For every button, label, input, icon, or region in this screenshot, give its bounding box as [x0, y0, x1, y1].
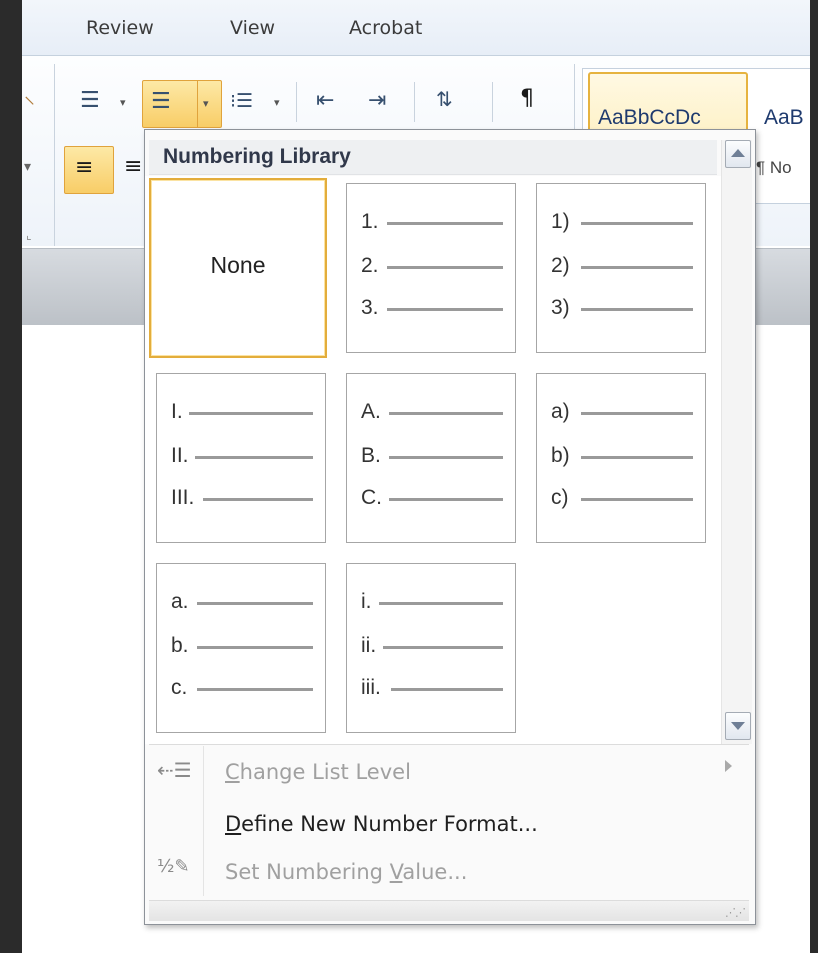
- numbering-tile-none-label: None: [210, 252, 266, 278]
- list-marker: c.: [171, 676, 188, 699]
- list-line: [197, 646, 313, 649]
- list-line: [387, 266, 503, 269]
- list-line: [387, 222, 503, 225]
- change-list-level-menu-item[interactable]: Change List Level: [225, 760, 411, 784]
- numbering-library-header: Numbering Library: [149, 140, 717, 175]
- numbering-icon: ☰: [151, 89, 171, 114]
- ribbon-separator: [492, 82, 493, 122]
- numbering-tile-upper-alpha[interactable]: A. B. C.: [346, 373, 516, 543]
- submenu-arrow-icon: [725, 760, 732, 772]
- list-line: [581, 222, 693, 225]
- list-line: [383, 646, 503, 649]
- word-window: Review View Acrobat ⸜ ▾ ⌞ ☰ ▾ ☰ ▾ ⁝☰ ▾ ⇤…: [22, 0, 810, 953]
- bullets-icon[interactable]: ☰: [80, 90, 100, 112]
- bullets-dropdown-arrow-icon[interactable]: ▾: [120, 96, 126, 109]
- numbering-split-divider: [197, 81, 198, 127]
- scroll-down-button[interactable]: [725, 712, 751, 740]
- list-line: [391, 688, 503, 691]
- list-line: [197, 602, 313, 605]
- list-marker: b.: [171, 634, 189, 657]
- numbering-tile-lower-roman[interactable]: i. ii. iii.: [346, 563, 516, 733]
- list-marker: 1.: [361, 210, 379, 233]
- list-line: [203, 498, 313, 501]
- tab-view[interactable]: View: [230, 17, 275, 39]
- list-line: [581, 498, 693, 501]
- increase-indent-icon[interactable]: ⇥: [368, 90, 386, 112]
- numbering-tile-decimal-period[interactable]: 1. 2. 3.: [346, 183, 516, 353]
- style-normal-label: ¶ No: [756, 158, 792, 177]
- list-line: [389, 498, 503, 501]
- list-line: [389, 456, 503, 459]
- list-marker: B.: [361, 444, 381, 467]
- resize-grip-icon[interactable]: ⋰⋰: [725, 906, 746, 919]
- numbering-dropdown: Numbering Library None 1. 2. 3. 1) 2) 3)…: [144, 129, 756, 925]
- tab-review[interactable]: Review: [86, 17, 154, 39]
- list-line: [195, 456, 313, 459]
- ribbon-separator: [296, 82, 297, 122]
- list-marker: 1): [551, 210, 570, 233]
- list-line: [189, 412, 313, 415]
- font-dialog-launcher-icon[interactable]: ⌞: [26, 224, 32, 246]
- numbering-tile-lower-alpha-paren[interactable]: a) b) c): [536, 373, 706, 543]
- numbering-button[interactable]: ☰ ▾: [142, 80, 222, 128]
- style-normal-preview: AaBbCcDc: [598, 106, 701, 129]
- list-line: [387, 308, 503, 311]
- numbering-dropdown-arrow-icon[interactable]: ▾: [203, 97, 209, 110]
- list-marker: I.: [171, 400, 183, 423]
- align-center-icon[interactable]: ≡: [124, 156, 142, 178]
- list-marker: 2): [551, 254, 570, 277]
- list-marker: III.: [171, 486, 195, 509]
- scroll-up-icon: [731, 149, 745, 157]
- scroll-down-icon: [731, 722, 745, 730]
- list-marker: ii.: [361, 634, 377, 657]
- scroll-up-button[interactable]: [725, 140, 751, 168]
- list-marker: 3.: [361, 296, 379, 319]
- list-line: [581, 266, 693, 269]
- multilevel-list-icon[interactable]: ⁝☰: [230, 90, 253, 112]
- list-line: [581, 456, 693, 459]
- numbering-tile-none[interactable]: None: [149, 178, 327, 358]
- list-line: [581, 308, 693, 311]
- numbering-library-title: Numbering Library: [163, 145, 351, 168]
- ribbon-tab-bar: Review View Acrobat: [22, 0, 810, 56]
- list-marker: i.: [361, 590, 372, 613]
- menu-icon-column-divider: [203, 746, 204, 896]
- menu-separator: [149, 744, 749, 745]
- multilevel-dropdown-arrow-icon[interactable]: ▾: [274, 96, 280, 109]
- format-painter-icon[interactable]: ⸜: [24, 86, 35, 108]
- list-marker: II.: [171, 444, 189, 467]
- ribbon-separator: [414, 82, 415, 122]
- sort-icon[interactable]: ⇅: [436, 88, 453, 110]
- list-line: [379, 602, 503, 605]
- list-marker: 3): [551, 296, 570, 319]
- list-marker: a.: [171, 590, 189, 613]
- numbering-tile-decimal-paren[interactable]: 1) 2) 3): [536, 183, 706, 353]
- dropdown-resize-footer: ⋰⋰: [149, 900, 749, 921]
- list-line: [581, 412, 693, 415]
- gallery-scrollbar[interactable]: [721, 140, 752, 744]
- list-marker: A.: [361, 400, 381, 423]
- list-marker: C.: [361, 486, 382, 509]
- list-marker: 2.: [361, 254, 379, 277]
- ribbon-group-separator: [54, 64, 55, 246]
- align-left-icon: ≡: [75, 155, 94, 180]
- list-line: [197, 688, 313, 691]
- numbering-tile-upper-roman[interactable]: I. II. III.: [156, 373, 326, 543]
- numbering-tile-lower-alpha-period[interactable]: a. b. c.: [156, 563, 326, 733]
- list-marker: c): [551, 486, 569, 509]
- tab-acrobat[interactable]: Acrobat: [349, 17, 422, 39]
- decrease-indent-icon[interactable]: ⇤: [316, 90, 334, 112]
- list-marker: a): [551, 400, 570, 423]
- align-left-button[interactable]: ≡: [64, 146, 114, 194]
- set-numbering-value-menu-item[interactable]: Set Numbering Value...: [225, 860, 467, 884]
- change-list-level-icon: ⇠☰: [157, 758, 192, 782]
- list-marker: b): [551, 444, 570, 467]
- set-numbering-value-icon: ½✎: [157, 856, 190, 877]
- list-line: [389, 412, 503, 415]
- style-next-preview[interactable]: AaB: [764, 106, 804, 130]
- define-new-number-format-menu-item[interactable]: Define New Number Format...: [225, 812, 538, 836]
- list-marker: iii.: [361, 676, 381, 699]
- font-dropdown-arrow-icon[interactable]: ▾: [24, 156, 31, 178]
- show-hide-formatting-icon[interactable]: ¶: [520, 88, 534, 110]
